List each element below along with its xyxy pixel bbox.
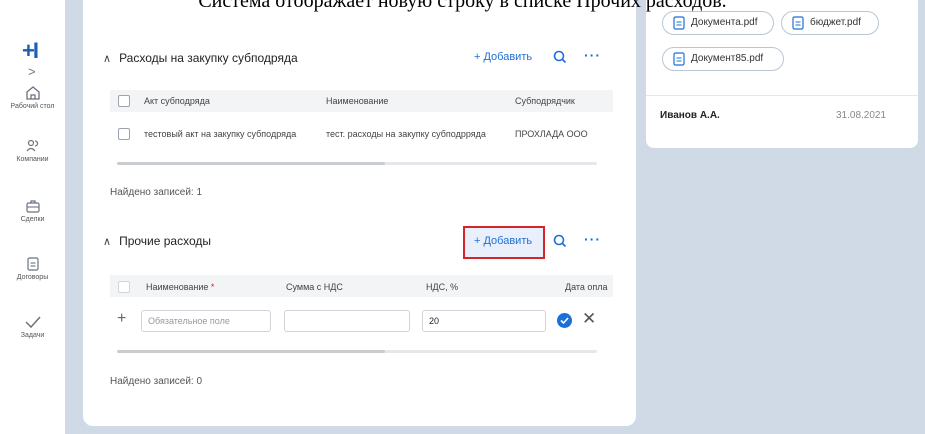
add-other-expense-button[interactable]: + Добавить [474,235,532,247]
search-icon[interactable] [553,234,567,248]
more-options-icon[interactable]: ··· [584,47,601,63]
horizontal-scrollbar[interactable] [117,350,597,353]
scrollbar-thumb[interactable] [117,350,385,353]
people-icon [26,139,38,152]
checkmark-icon [24,316,41,329]
document-icon [26,257,39,271]
nav-item-label: Задачи [20,332,45,339]
required-asterisk: * [210,282,215,292]
nav-item-companies[interactable]: Компании [0,138,65,163]
divider [646,95,918,96]
briefcase-icon [25,200,40,213]
nav-item-label: Компании [16,156,49,163]
file-name: Документа.pdf [691,17,758,28]
more-options-icon[interactable]: ··· [584,231,601,247]
file-chip[interactable]: Документа.pdf [662,11,774,35]
horizontal-scrollbar[interactable] [117,162,597,165]
sum-with-vat-input[interactable] [284,310,410,332]
app-logo[interactable]: +I [22,38,39,64]
comment-date: 31.08.2021 [836,110,887,121]
file-chip[interactable]: бюджет.pdf [781,11,879,35]
collapse-chevron-up-icon[interactable]: ∧ [103,235,111,248]
nav-item-label: Договоры [16,274,49,281]
select-all-checkbox[interactable] [118,95,130,107]
file-icon [673,52,685,66]
section-title: Расходы на закупку субподряда [119,51,298,65]
section-title: Прочие расходы [119,234,211,248]
collapse-chevron-up-icon[interactable]: ∧ [103,52,111,65]
scrollbar-thumb[interactable] [117,162,385,165]
cancel-row-close-icon[interactable]: ✕ [582,309,596,329]
file-name: бюджет.pdf [810,17,861,28]
file-icon [792,16,804,30]
nav-item-tasks[interactable]: Задачи [0,314,65,339]
home-icon [25,86,40,100]
add-row-plus-icon[interactable]: + [117,310,126,328]
expense-name-input[interactable]: Обязательное поле [141,310,271,332]
file-icon [673,16,685,30]
column-header[interactable]: Субподрядчик [515,96,575,106]
section-subcontract-header[interactable]: ∧ Расходы на закупку субподряда [103,51,298,65]
table-cell[interactable]: тест. расходы на закупку субподрряда [326,129,486,139]
records-found-count: Найдено записей: 1 [110,187,203,198]
expand-nav-chevron-icon[interactable]: > [28,64,36,79]
column-header-label: Наименование [146,282,209,292]
column-header[interactable]: Акт субподряда [144,96,210,106]
section-other-expenses-header[interactable]: ∧ Прочие расходы [103,234,211,248]
left-navigation: +I > Рабочий стол Компании Сделки Догово [0,0,65,434]
confirm-row-check-icon[interactable] [557,313,572,328]
table-cell[interactable]: тестовый акт на закупку субподряда [144,129,296,139]
select-all-checkbox[interactable] [118,281,130,293]
slide-caption: Система отображает новую строку в списке… [198,0,727,12]
nav-item-label: Рабочий стол [10,103,55,110]
column-header[interactable]: Сумма с НДС [286,282,343,292]
nav-item-desktop[interactable]: Рабочий стол [0,85,65,110]
column-header[interactable]: Дата опла [565,282,608,292]
file-chip[interactable]: Документ85.pdf [662,47,784,71]
nav-item-contracts[interactable]: Договоры [0,256,65,281]
column-header[interactable]: НДС, % [426,282,458,292]
nav-item-label: Сделки [20,216,45,223]
column-header[interactable]: Наименование [326,96,388,106]
add-subcontract-button[interactable]: + Добавить [474,51,532,63]
column-header[interactable]: Наименование * [146,282,214,292]
table-cell[interactable]: ПРОХЛАДА ООО [515,129,588,139]
records-found-count: Найдено записей: 0 [110,376,203,387]
author-name: Иванов А.А. [660,110,720,121]
row-checkbox[interactable] [118,128,130,140]
nav-item-deals[interactable]: Сделки [0,198,65,223]
vat-percent-input[interactable]: 20 [422,310,546,332]
search-icon[interactable] [553,50,567,64]
file-name: Документ85.pdf [691,53,764,64]
